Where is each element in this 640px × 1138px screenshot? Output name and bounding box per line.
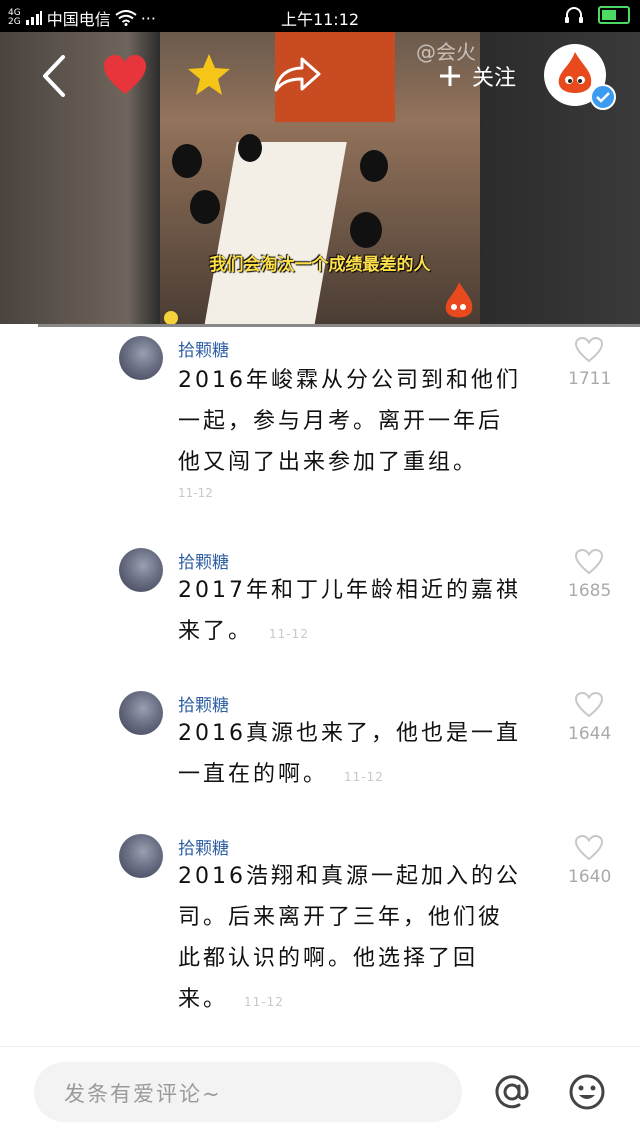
favorite-button[interactable] [184,50,234,100]
video-progress-fill [0,324,39,327]
comment-line: 2016真源也来了，他也是一直 [178,721,521,746]
avatar[interactable] [119,691,163,735]
comment-line-text: 来了。 [178,619,254,644]
headphones-icon [565,7,583,23]
video-person [360,150,388,182]
star-icon [188,54,230,95]
comment-input[interactable]: 发条有爱评论~ [34,1062,462,1122]
comment-time: 11-12 [344,770,384,784]
heart-outline-icon [574,691,604,718]
fire-mascot-icon [558,52,592,93]
smiley-icon [569,1074,605,1110]
battery-icon [598,6,630,24]
comment-line: 司。后来离开了三年，他们彼 [178,905,504,930]
bottom-divider [0,1046,640,1047]
comment-time: 11-12 [269,627,309,641]
comment-line: 2017年和丁儿年龄相近的嘉祺 [178,578,521,603]
avatar[interactable] [119,336,163,380]
comment-like-button[interactable]: 1685 [568,548,612,601]
status-time: 上午11:12 [280,10,360,29]
video-subtitle: 我们会淘汰一个成绩最差的人 [209,255,431,275]
comment-input-placeholder: 发条有爱评论~ [64,1082,222,1106]
comment-line: 来了。 11-12 [178,611,528,655]
like-count: 1644 [568,724,612,744]
video-person [238,134,262,162]
fire-mascot-icon [445,282,473,318]
like-count: 1640 [568,867,612,887]
comment-text: 2017年和丁儿年龄相近的嘉祺 来了。 11-12 [178,570,528,655]
video-scene-table [203,142,347,326]
comment-text: 2016年峻霖从分公司到和他们 一起，参与月考。离开一年后 他又闯了出来参加了重… [178,360,528,483]
comment-like-button[interactable]: 1644 [568,691,612,744]
comment-line: 一直在的啊。 11-12 [178,754,528,798]
battery-level [602,10,616,20]
status-right [564,6,630,24]
plus-icon [440,66,460,86]
comment-time: 11-12 [178,486,213,500]
heart-outline-icon [574,336,604,363]
back-arrow-icon [43,55,65,97]
comment-line-text: 来。 [178,987,229,1012]
heart-outline-icon [574,548,604,575]
comment-line: 2016浩翔和真源一起加入的公 [178,864,521,889]
back-button[interactable] [34,50,74,102]
avatar[interactable] [119,834,163,878]
like-count: 1711 [568,369,612,389]
comment-line: 2016年峻霖从分公司到和他们 [178,368,521,393]
status-bar: 4G 2G 中国电信 ··· 上午11:12 [0,0,640,32]
mention-button[interactable] [490,1070,534,1114]
comment-like-button[interactable]: 1711 [568,336,612,389]
emoji-button[interactable] [565,1070,609,1114]
video-person [350,212,382,248]
like-video-button[interactable] [100,52,150,98]
comment-like-button[interactable]: 1640 [568,834,612,887]
follow-label: 关注 [472,66,517,91]
comment-line: 来。 11-12 [178,979,528,1023]
comment-time: 11-12 [244,995,284,1009]
comment-username[interactable]: 拾颗糖 [178,336,229,361]
comment-line: 一起，参与月考。离开一年后 [178,409,504,434]
video-person [190,190,220,224]
at-sign-icon [495,1075,529,1109]
heart-icon [104,55,146,94]
video-person [172,144,202,178]
like-count: 1685 [568,581,612,601]
share-button[interactable] [270,54,324,98]
verified-badge-icon [590,84,616,110]
video-progress-bar[interactable] [0,324,640,327]
comment-text: 2016真源也来了，他也是一直 一直在的啊。 11-12 [178,713,528,798]
comment-line-text: 一直在的啊。 [178,762,329,787]
heart-outline-icon [574,834,604,861]
follow-button[interactable]: 关注 [438,60,516,92]
share-arrow-icon [274,57,321,92]
avatar[interactable] [119,548,163,592]
comment-line: 此都认识的啊。他选择了回 [178,946,479,971]
comment-line: 他又闯了出来参加了重组。 [178,450,479,475]
comment-text: 2016浩翔和真源一起加入的公 司。后来离开了三年，他们彼 此都认识的啊。他选择… [178,856,528,1023]
